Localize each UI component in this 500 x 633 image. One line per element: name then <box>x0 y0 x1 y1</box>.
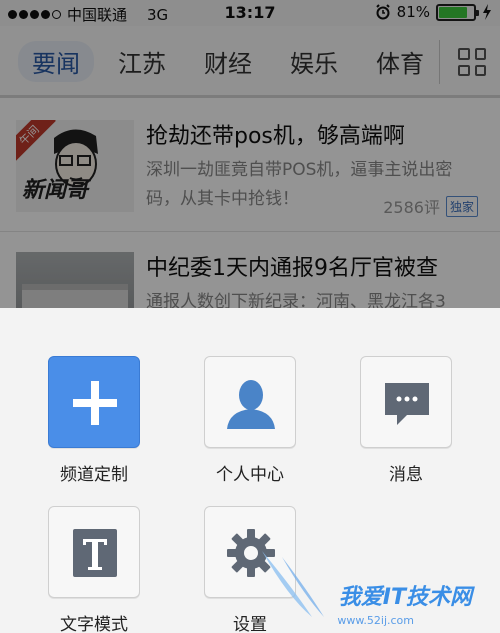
messages-button[interactable]: 消息 <box>360 356 452 485</box>
watermark-logo: 我爱IT技术网 www.52ij.com <box>252 547 492 627</box>
text-mode-label: 文字模式 <box>60 615 128 633</box>
personal-center-button[interactable]: 个人中心 <box>204 356 296 485</box>
plus-icon <box>48 356 140 448</box>
text-mode-icon <box>48 506 140 598</box>
messages-label: 消息 <box>389 465 423 485</box>
watermark-url: www.52ij.com <box>337 614 414 627</box>
channel-customize-label: 频道定制 <box>60 465 128 485</box>
message-icon <box>360 356 452 448</box>
text-mode-button[interactable]: 文字模式 <box>48 506 140 633</box>
person-icon <box>204 356 296 448</box>
channel-customize-button[interactable]: 频道定制 <box>48 356 140 485</box>
personal-center-label: 个人中心 <box>216 465 284 485</box>
action-sheet: 频道定制 个人中心 消息 文字模式 设置 我爱IT技术网 www.52ij.co… <box>0 308 500 633</box>
watermark-text: 我爱IT技术网 <box>338 585 472 610</box>
